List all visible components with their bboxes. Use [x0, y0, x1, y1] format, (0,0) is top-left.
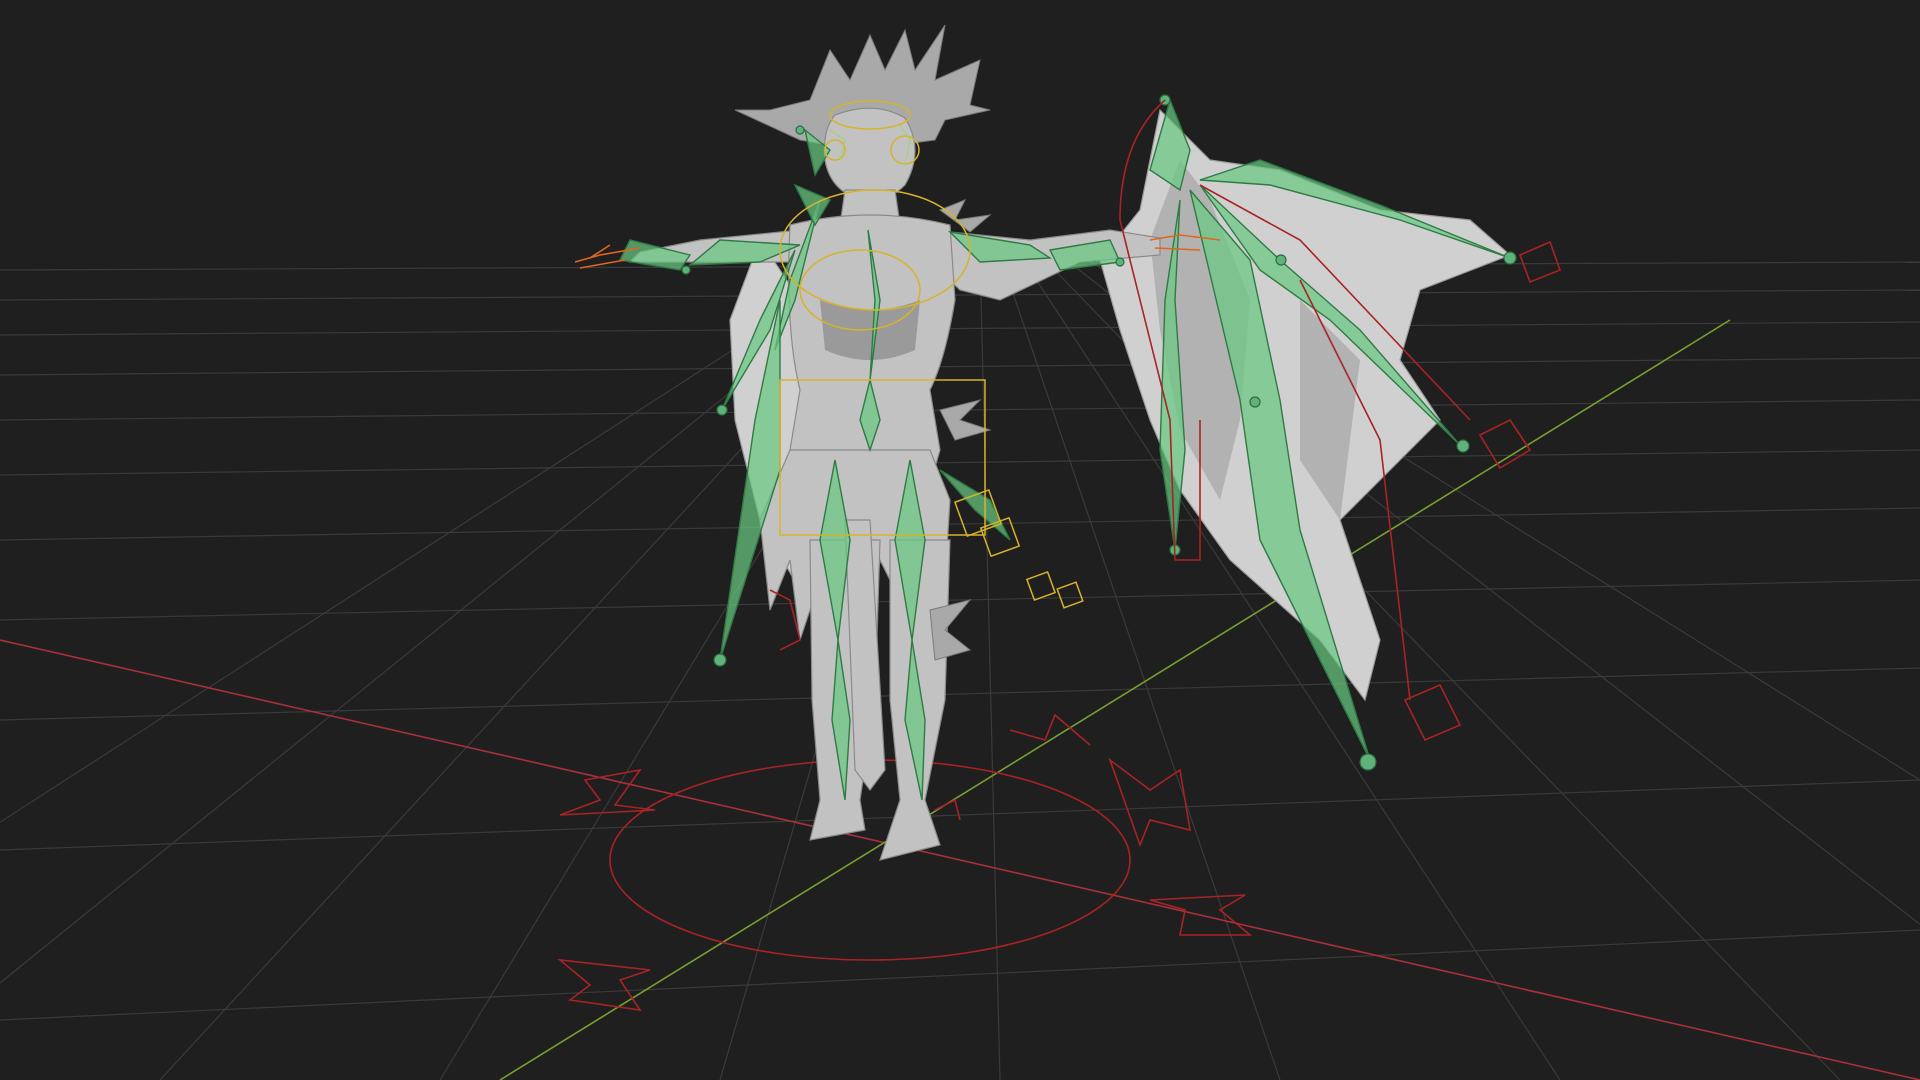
viewport-scene[interactable]: [0, 0, 1920, 1080]
tail-control-3: [1025, 570, 1057, 602]
y-axis-line: [499, 319, 1731, 1080]
wing-tip-control-3: [1403, 683, 1462, 742]
character-mesh[interactable]: [628, 24, 1161, 861]
rig-controls[interactable]: [574, 99, 1562, 821]
wing-tip-control-2: [1478, 418, 1532, 470]
floor-grid: [0, 254, 1920, 1080]
3d-viewport[interactable]: [0, 0, 1920, 1080]
tail-control-4: [1056, 581, 1084, 609]
wing-tip-control-1: [1518, 240, 1562, 284]
x-axis-line: [0, 639, 1920, 1080]
head: [823, 107, 916, 202]
